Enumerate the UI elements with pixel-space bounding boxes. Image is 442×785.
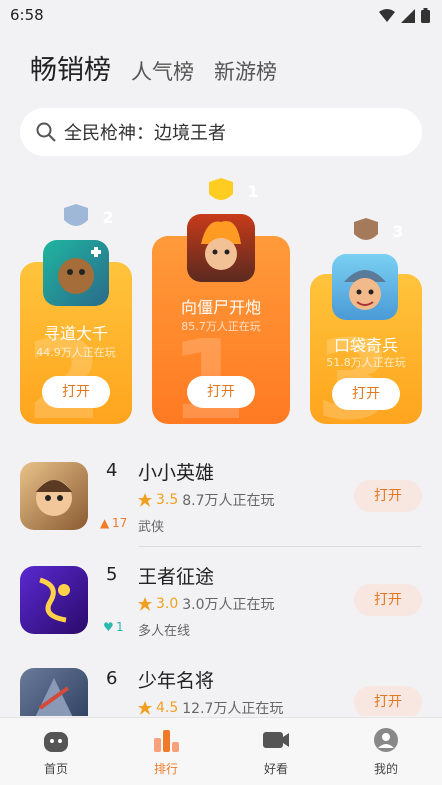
search-bar[interactable]: 全民枪神：边境王者: [20, 108, 422, 156]
podium-players: 51.8万人正在玩: [326, 356, 406, 369]
trend-value: 17: [112, 516, 128, 530]
nav-mine[interactable]: 我的: [356, 728, 416, 777]
battery-icon: [421, 8, 430, 23]
podium-players: 44.9万人正在玩: [36, 346, 116, 359]
game-name: 小小英雄: [138, 462, 215, 484]
rating-value: 4.5: [156, 700, 179, 716]
trend-up-icon: ▲: [100, 516, 110, 530]
rating-line: 3.5 8.7万人正在玩: [138, 490, 275, 510]
ranking-tabs: 畅销榜 人气榜 新游榜: [30, 48, 277, 87]
profile-icon: [374, 728, 398, 752]
rating-value: 3.0: [156, 596, 179, 612]
open-button[interactable]: 打开: [354, 480, 422, 512]
rank-badge-2: 2: [60, 204, 114, 232]
nav-watch[interactable]: 好看: [246, 728, 306, 777]
rank-badge-1: 1: [205, 178, 259, 206]
open-button[interactable]: 打开: [332, 378, 400, 410]
ranking-icon: [154, 730, 179, 752]
list-item[interactable]: 4 小小英雄 3.5 8.7万人正在玩 ▲ 17 武侠 打开: [0, 448, 442, 548]
rank-number: 5: [106, 564, 118, 585]
signal-icon: [401, 8, 415, 23]
nav-label: 排行: [153, 762, 178, 776]
status-time: 6:58: [10, 6, 44, 24]
status-icons: [379, 8, 430, 23]
nav-label: 我的: [373, 762, 398, 776]
game-tag: 武侠: [138, 520, 165, 535]
bottom-nav: 首页 排行 好看 我的: [0, 717, 442, 785]
players-count: 12.7万人正在玩: [182, 701, 284, 716]
nav-ranking[interactable]: 排行: [136, 728, 196, 777]
tab-popular[interactable]: 人气榜: [131, 56, 194, 86]
status-bar: 6:58: [0, 0, 442, 30]
rank-badge-3: 3: [350, 218, 404, 246]
list-item[interactable]: 6 少年名将 4.5 12.7万人正在玩 打开: [0, 656, 442, 716]
rank-number: 6: [106, 668, 118, 689]
open-button[interactable]: 打开: [187, 376, 255, 408]
search-input[interactable]: 全民枪神：边境王者: [64, 119, 226, 145]
game-icon-xiaoxiao[interactable]: [20, 462, 88, 530]
game-name: 少年名将: [138, 670, 215, 692]
game-tag: 多人在线: [138, 624, 191, 639]
tab-new-games[interactable]: 新游榜: [214, 56, 277, 86]
search-icon: [36, 122, 56, 142]
rating-line: 4.5 12.7万人正在玩: [138, 698, 283, 716]
wifi-icon: [379, 8, 395, 22]
podium-game-name: 向僵尸开炮: [180, 298, 261, 317]
trend-value: 1: [116, 620, 124, 634]
players-count: 3.0万人正在玩: [182, 597, 275, 613]
star-icon: [138, 701, 152, 715]
open-button[interactable]: 打开: [354, 686, 422, 716]
list-item[interactable]: 5 王者征途 3.0 3.0万人正在玩 ♥ 1 多人在线 打开: [0, 552, 442, 652]
rating-value: 3.5: [156, 492, 179, 508]
game-icon-wangzhe[interactable]: [20, 566, 88, 634]
star-icon: [138, 597, 152, 611]
trend-down-icon: ♥: [103, 620, 114, 634]
video-icon: [263, 732, 289, 748]
game-icon-shaonian[interactable]: [20, 668, 88, 716]
divider: [138, 546, 422, 547]
nav-label: 首页: [43, 762, 68, 776]
rank-number: 4: [106, 460, 118, 481]
players-count: 8.7万人正在玩: [182, 493, 275, 509]
rating-line: 3.0 3.0万人正在玩: [138, 594, 275, 614]
open-button[interactable]: 打开: [354, 584, 422, 616]
game-name: 王者征途: [138, 566, 215, 588]
podium-game-name: 口袋奇兵: [333, 336, 398, 355]
home-icon: [44, 732, 68, 752]
game-icon-xundao[interactable]: [43, 240, 109, 306]
nav-home[interactable]: 首页: [26, 728, 86, 777]
podium-game-name: 寻道大千: [43, 324, 108, 343]
open-button[interactable]: 打开: [42, 376, 110, 408]
game-icon-pocket[interactable]: [332, 254, 398, 320]
podium-players: 85.7万人正在玩: [181, 320, 261, 333]
tab-bestseller[interactable]: 畅销榜: [30, 48, 111, 87]
game-icon-zombie[interactable]: [187, 214, 255, 282]
nav-label: 好看: [263, 762, 288, 776]
star-icon: [138, 493, 152, 507]
